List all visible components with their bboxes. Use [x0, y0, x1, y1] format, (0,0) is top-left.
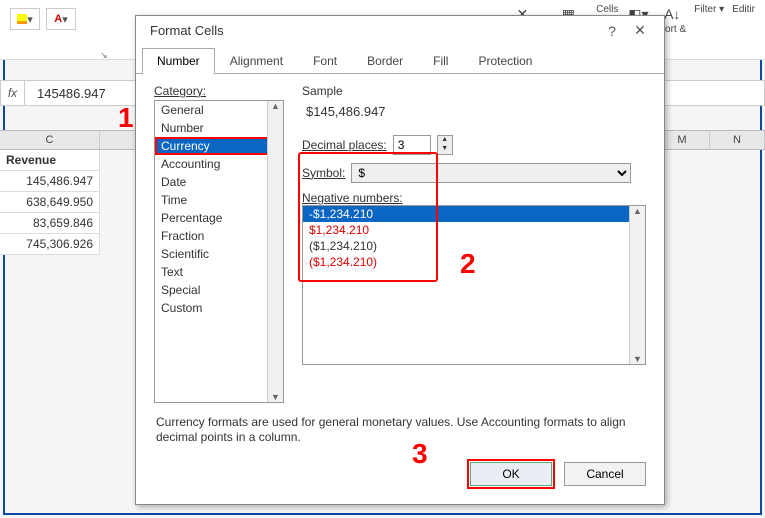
spin-down-icon[interactable]: ▼	[438, 145, 452, 154]
dialog-titlebar: Format Cells ? ✕	[136, 16, 664, 43]
category-item-custom[interactable]: Custom	[155, 299, 283, 317]
category-item-currency[interactable]: Currency	[155, 137, 283, 155]
sample-value: $145,486.947	[302, 98, 646, 125]
symbol-select[interactable]: $	[351, 163, 631, 183]
category-item-special[interactable]: Special	[155, 281, 283, 299]
tab-number[interactable]: Number	[142, 48, 215, 74]
cell[interactable]: 145,486.947	[0, 171, 100, 191]
sample-label: Sample	[302, 84, 646, 98]
category-item-time[interactable]: Time	[155, 191, 283, 209]
category-item-number[interactable]: Number	[155, 119, 283, 137]
ribbon-filter[interactable]: Filter ▾	[694, 4, 724, 35]
scroll-down-icon[interactable]: ▼	[271, 392, 280, 402]
font-color-dropdown[interactable]: A▾	[46, 8, 76, 30]
cancel-button[interactable]: Cancel	[564, 462, 646, 486]
category-list[interactable]: General Number Currency Accounting Date …	[154, 100, 284, 403]
format-description: Currency formats are used for general mo…	[156, 415, 644, 446]
neg-option-3[interactable]: ($1,234.210)	[303, 238, 645, 254]
tab-border[interactable]: Border	[352, 48, 418, 74]
scroll-down-icon[interactable]: ▼	[633, 354, 642, 364]
format-cells-dialog: Format Cells ? ✕ Number Alignment Font B…	[135, 15, 665, 505]
decimal-spinner[interactable]: ▲▼	[437, 135, 453, 155]
cell-header[interactable]: Revenue	[0, 150, 100, 170]
ribbon-group-editing: Editir	[732, 4, 755, 35]
negative-numbers-list[interactable]: -$1,234.210 $1,234.210 ($1,234.210) ($1,…	[302, 205, 646, 365]
dialog-title: Format Cells	[150, 23, 598, 38]
category-item-date[interactable]: Date	[155, 173, 283, 191]
category-item-fraction[interactable]: Fraction	[155, 227, 283, 245]
dialog-launcher-icon[interactable]: ↘	[100, 50, 108, 61]
col-header-n[interactable]: N	[710, 131, 765, 149]
neg-option-1[interactable]: -$1,234.210	[303, 206, 645, 222]
neg-option-2[interactable]: $1,234.210	[303, 222, 645, 238]
neg-option-4[interactable]: ($1,234.210)	[303, 254, 645, 270]
tab-fill[interactable]: Fill	[418, 48, 463, 74]
category-label: Category:	[154, 84, 284, 98]
cell[interactable]: 745,306.926	[0, 234, 100, 254]
category-item-text[interactable]: Text	[155, 263, 283, 281]
cell[interactable]: 83,659.846	[0, 213, 100, 233]
category-item-general[interactable]: General	[155, 101, 283, 119]
column-headers-right: M N	[655, 130, 765, 150]
neg-scrollbar[interactable]: ▲▼	[629, 206, 645, 364]
tab-font[interactable]: Font	[298, 48, 352, 74]
decimal-places-input[interactable]	[393, 135, 431, 155]
category-item-accounting[interactable]: Accounting	[155, 155, 283, 173]
ok-button[interactable]: OK	[470, 462, 552, 486]
spin-up-icon[interactable]: ▲	[438, 136, 452, 145]
close-button[interactable]: ✕	[626, 22, 654, 39]
category-scrollbar[interactable]: ▲▼	[267, 101, 283, 402]
fill-color-dropdown[interactable]: ▾	[10, 8, 40, 30]
category-item-percentage[interactable]: Percentage	[155, 209, 283, 227]
scroll-up-icon[interactable]: ▲	[633, 206, 642, 216]
symbol-label: Symbol:	[302, 166, 345, 180]
category-item-scientific[interactable]: Scientific	[155, 245, 283, 263]
fx-icon[interactable]: fx	[1, 81, 25, 105]
decimal-places-label: Decimal places:	[302, 138, 387, 152]
dialog-tabs: Number Alignment Font Border Fill Protec…	[136, 47, 664, 74]
scroll-up-icon[interactable]: ▲	[271, 101, 280, 111]
col-header-c[interactable]: C	[0, 131, 100, 149]
negative-numbers-label: Negative numbers:	[302, 191, 646, 205]
help-button[interactable]: ?	[598, 23, 626, 39]
tab-protection[interactable]: Protection	[463, 48, 547, 74]
cell[interactable]: 638,649.950	[0, 192, 100, 212]
formula-bar-value[interactable]: 145486.947	[25, 86, 106, 101]
tab-alignment[interactable]: Alignment	[215, 48, 298, 74]
